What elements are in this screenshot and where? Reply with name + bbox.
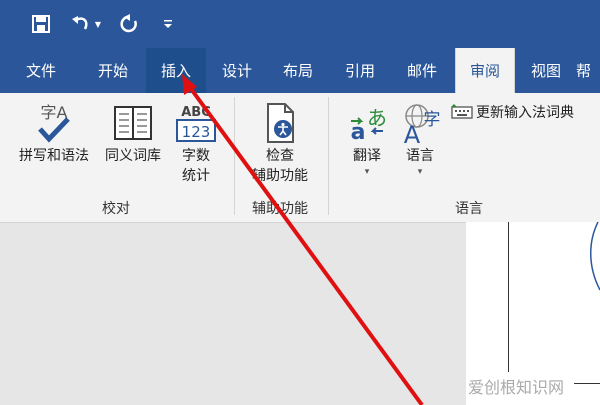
- red-arrow-annotation: [182, 74, 424, 405]
